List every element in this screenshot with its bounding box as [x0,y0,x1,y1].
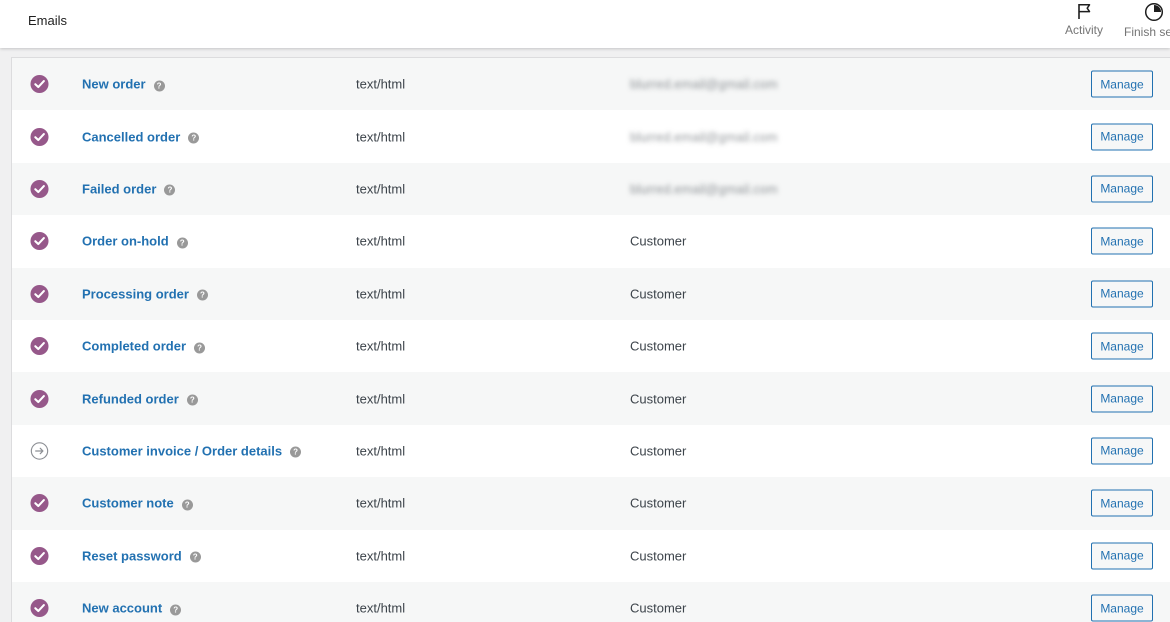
manage-button[interactable]: Manage [1091,542,1153,570]
recipient-cell: blurred.email@gmail.com [630,129,778,145]
finish-setup-label: Finish setup [1124,25,1170,39]
help-icon[interactable]: ? [188,132,200,144]
recipient-cell: Customer [630,338,687,354]
recipient-cell: Customer [630,391,687,407]
arrow-right-circle-icon [30,442,49,460]
table-row: New account ? text/html Customer Manage [12,581,1170,622]
check-circle-icon [30,337,49,356]
email-title-label: Cancelled order [82,129,181,145]
help-icon[interactable]: ? [164,184,176,196]
manage-button[interactable]: Manage [1091,437,1153,465]
content-type-cell: text/html [356,76,406,92]
table-row: Reset password ? text/html Customer Mana… [12,530,1170,582]
email-title-label: Completed order [82,338,187,354]
email-title-label: Reset password [82,548,182,564]
email-link-failed-order[interactable]: Failed order ? [82,181,176,197]
table-row: Completed order ? text/html Customer Man… [12,320,1170,372]
flag-icon [1078,4,1091,19]
table-row: Cancelled order ? text/html blurred.emai… [12,110,1170,162]
content-type-cell: text/html [356,233,406,249]
check-circle-icon [30,179,49,198]
check-circle-icon [30,494,49,513]
content-type-cell: text/html [356,391,406,407]
email-link-new-account[interactable]: New account ? [82,600,182,616]
help-icon[interactable]: ? [194,342,206,354]
page-title: Emails [28,13,68,28]
email-link-customer-invoice-order-details[interactable]: Customer invoice / Order details ? [82,443,302,459]
email-title-label: New account [82,600,163,616]
table-row: New order ? text/html blurred.email@gmai… [12,58,1170,111]
recipient-cell: blurred.email@gmail.com [630,181,778,197]
help-icon[interactable]: ? [181,499,193,511]
email-link-customer-note[interactable]: Customer note ? [82,496,193,511]
manage-button[interactable]: Manage [1091,385,1153,413]
content-type-cell: text/html [356,286,406,302]
table-row: Failed order ? text/html blurred.email@g… [12,162,1170,216]
recipient-cell: Customer [630,548,687,564]
table-row: Refunded order ? text/html Customer Mana… [12,372,1170,425]
email-link-order-on-hold[interactable]: Order on-hold ? [82,234,188,249]
help-icon[interactable]: ? [290,446,302,458]
help-icon[interactable]: ? [186,394,198,406]
email-title-label: Customer note [82,495,174,511]
manage-button[interactable]: Manage [1091,489,1153,517]
email-link-refunded-order[interactable]: Refunded order ? [82,391,198,406]
manage-button[interactable]: Manage [1091,175,1153,203]
table-row: Customer invoice / Order details ? text/… [12,425,1170,477]
content-type-cell: text/html [356,600,406,616]
email-link-new-order[interactable]: New order ? [82,77,165,92]
recipient-cell: blurred.email@gmail.com [630,76,778,92]
email-link-completed-order[interactable]: Completed order ? [82,338,206,354]
table-row: Customer note ? text/html Customer Manag… [12,477,1170,530]
check-circle-icon [30,75,49,94]
manage-button[interactable]: Manage [1091,332,1153,360]
manage-button[interactable]: Manage [1091,227,1153,255]
progress-pie-icon [1144,2,1164,22]
content-type-cell: text/html [356,129,406,145]
emails-table: New order ? text/html blurred.email@gmai… [11,57,1170,622]
check-circle-icon [30,599,49,618]
content-type-cell: text/html [356,443,406,459]
check-circle-icon [30,389,49,408]
check-circle-icon [30,232,49,251]
top-header-bar: Emails Activity Finish setup [0,0,1170,48]
email-link-processing-order[interactable]: Processing order ? [82,286,208,301]
activity-label: Activity [1064,23,1103,37]
email-title-label: Processing order [82,286,189,302]
content-type-cell: text/html [356,548,406,564]
email-link-cancelled-order[interactable]: Cancelled order ? [82,129,200,145]
check-circle-icon [30,284,49,303]
content-type-cell: text/html [356,495,406,511]
check-circle-icon [30,546,49,565]
manage-button[interactable]: Manage [1091,280,1153,308]
help-icon[interactable]: ? [176,237,188,249]
table-row: Processing order ? text/html Customer Ma… [12,267,1170,320]
content-type-cell: text/html [356,181,406,197]
email-title-label: Failed order [82,181,157,197]
finish-setup-button[interactable]: Finish setup [1124,2,1170,46]
email-link-reset-password[interactable]: Reset password ? [82,548,201,563]
check-circle-icon [30,127,49,146]
activity-button[interactable]: Activity [1064,2,1104,46]
table-row: Order on-hold ? text/html Customer Manag… [12,215,1170,267]
manage-button[interactable]: Manage [1091,594,1153,622]
help-icon[interactable]: ? [170,604,182,616]
content-type-cell: text/html [356,338,406,354]
help-icon[interactable]: ? [153,80,165,92]
email-title-label: Customer invoice / Order details [82,443,283,459]
recipient-cell: Customer [630,286,687,302]
recipient-cell: Customer [630,443,687,459]
help-icon[interactable]: ? [189,551,201,563]
recipient-cell: Customer [630,600,687,616]
email-title-label: Order on-hold [82,233,169,249]
email-title-label: Refunded order [82,391,179,407]
recipient-cell: Customer [630,495,687,511]
recipient-cell: Customer [630,233,687,249]
manage-button[interactable]: Manage [1091,70,1153,98]
emails-table-body: New order ? text/html blurred.email@gmai… [12,58,1170,622]
email-title-label: New order [82,76,146,92]
manage-button[interactable]: Manage [1091,123,1153,151]
help-icon[interactable]: ? [196,289,208,301]
